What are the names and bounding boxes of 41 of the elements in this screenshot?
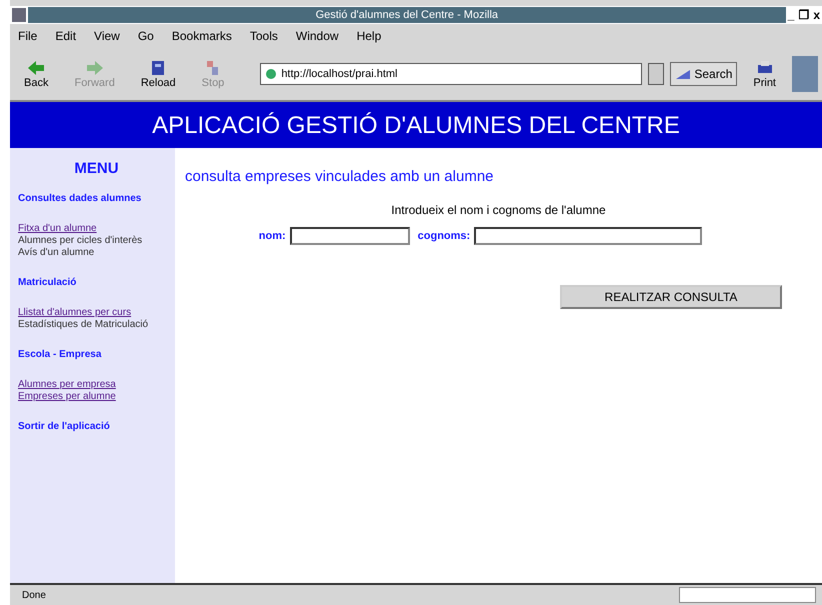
page-banner: APLICACIÓ GESTIÓ D'ALUMNES DEL CENTRE bbox=[10, 102, 822, 148]
search-button[interactable]: Search bbox=[670, 62, 738, 86]
menu-link[interactable]: Alumnes per empresa bbox=[18, 379, 175, 391]
menu-link[interactable]: Fitxa d'un alumne bbox=[18, 223, 175, 235]
menu-entry: Alumnes per cicles d'interès bbox=[18, 235, 144, 247]
menu-item[interactable]: Bookmarks bbox=[170, 28, 234, 44]
menu-link[interactable]: Empreses per alumne bbox=[18, 391, 175, 403]
menu-entry: Avís d'un alumne bbox=[18, 247, 96, 259]
menu-item[interactable]: Tools bbox=[248, 28, 280, 44]
menu-section[interactable]: Escola - Empresa bbox=[18, 349, 175, 361]
menu-item[interactable]: Go bbox=[136, 28, 156, 44]
menu-link[interactable]: Llistat d'alumnes per curs bbox=[18, 307, 175, 319]
window-title: Gestió d'alumnes del Centre - Mozilla bbox=[28, 7, 786, 23]
dropdown-button[interactable] bbox=[648, 63, 664, 85]
menu-section[interactable]: Matriculació bbox=[18, 277, 175, 289]
print-button[interactable]: Print bbox=[743, 59, 786, 89]
menu-item[interactable]: View bbox=[92, 28, 122, 44]
menu-section[interactable]: Consultes dades alumnes bbox=[18, 193, 175, 205]
field-label: nom: bbox=[258, 230, 286, 242]
window-control[interactable]: ❐ bbox=[796, 8, 812, 22]
back-arrow-icon bbox=[26, 59, 46, 77]
instruction-text: Introdueix el nom i cognoms de l'alumne bbox=[390, 203, 607, 217]
submit-button[interactable]: REALITZAR CONSULTA bbox=[560, 285, 782, 309]
menu-item[interactable]: Window bbox=[294, 28, 341, 44]
menu-item[interactable]: File bbox=[16, 28, 40, 44]
forward-arrow-icon bbox=[84, 59, 105, 77]
menu-title: MENU bbox=[73, 160, 120, 177]
menu-item[interactable]: Help bbox=[354, 28, 384, 44]
address-field[interactable]: http://localhost/prai.html bbox=[260, 63, 642, 85]
toolbar-button[interactable]: Back bbox=[14, 59, 58, 89]
input-field[interactable] bbox=[474, 227, 702, 245]
menu-item[interactable]: Edit bbox=[53, 28, 78, 44]
menu-section[interactable]: Sortir de l'aplicació bbox=[18, 421, 175, 433]
input-field[interactable] bbox=[290, 227, 410, 245]
page-heading: consulta empreses vinculades amb un alumne bbox=[185, 168, 495, 185]
window-control[interactable]: _ bbox=[786, 8, 796, 22]
toolbar-button[interactable]: Reload bbox=[130, 59, 186, 89]
menu-entry: Estadístiques de Matriculació bbox=[18, 319, 150, 331]
app-icon bbox=[12, 8, 26, 22]
field-label: cognoms: bbox=[418, 230, 470, 242]
status-text: Done bbox=[21, 590, 47, 600]
